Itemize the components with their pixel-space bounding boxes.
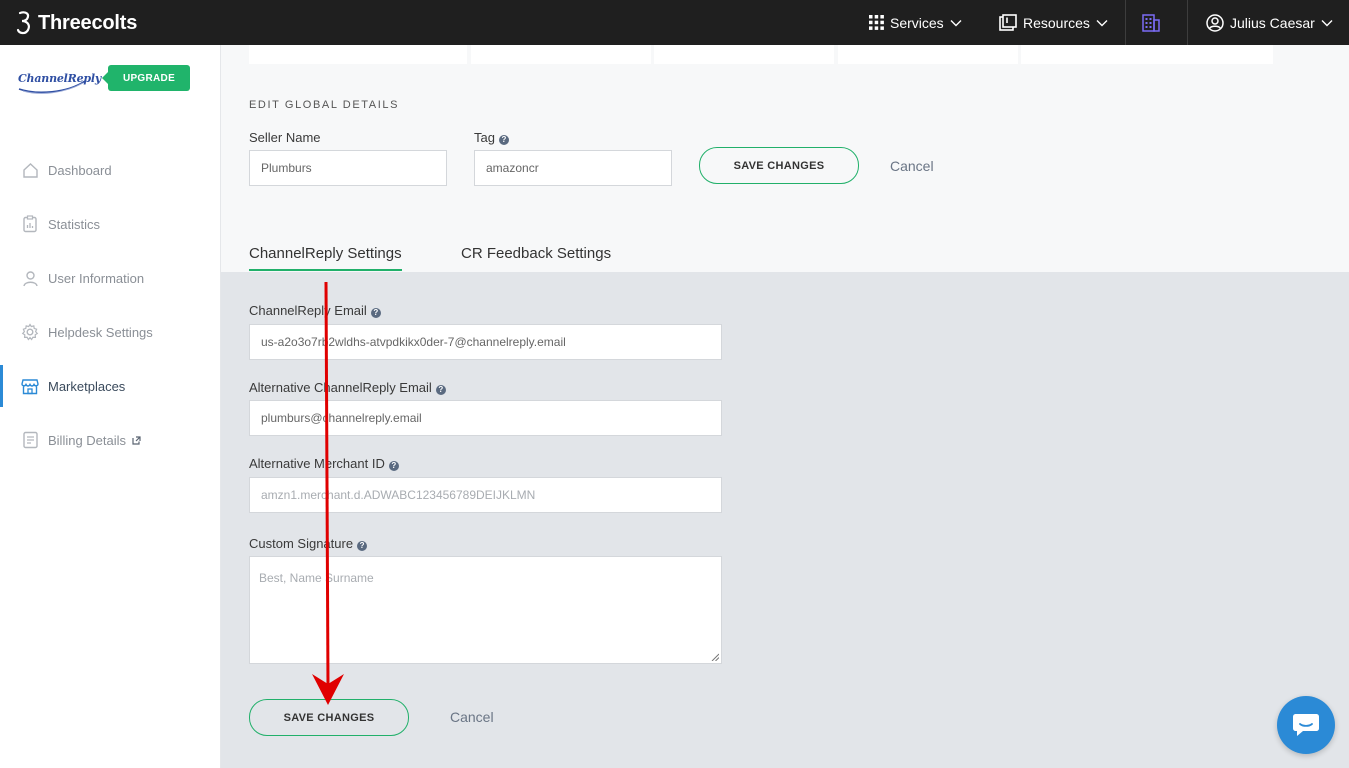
signature-label: Custom Signature <box>249 536 354 551</box>
home-icon <box>21 161 39 179</box>
sidebar-item-label: Helpdesk Settings <box>48 324 153 340</box>
summary-card <box>654 45 834 64</box>
billing-icon <box>21 431 39 449</box>
resize-grip-icon[interactable] <box>711 653 719 661</box>
sidebar-item-statistics[interactable]: Statistics <box>0 203 220 245</box>
sidebar-item-label: Dashboard <box>48 162 112 178</box>
channelreply-logo[interactable]: ChannelReply <box>18 72 101 85</box>
sidebar-item-helpdesk-settings[interactable]: Helpdesk Settings <box>0 311 220 353</box>
sidebar: ChannelReply UPGRADE Dashboard Statistic… <box>0 45 221 768</box>
merchant-id-input[interactable]: amzn1.merchant.d.ADWABC123456789DEIJKLMN <box>249 477 722 513</box>
help-icon[interactable]: ? <box>498 135 509 145</box>
services-label: Services <box>890 14 944 31</box>
threecolts-logo-icon <box>16 11 30 35</box>
tag-input[interactable]: amazoncr <box>474 150 672 186</box>
summary-card <box>471 45 651 64</box>
organization-button[interactable] <box>1142 0 1160 45</box>
threecolts-brand[interactable]: Threecolts <box>16 9 137 37</box>
tag-label-wrap: Tag? <box>474 130 509 145</box>
sidebar-item-label: User Information <box>48 270 145 286</box>
help-icon[interactable]: ? <box>370 308 381 318</box>
summary-card <box>1021 45 1273 64</box>
help-icon[interactable]: ? <box>435 385 446 395</box>
topbar-divider <box>1187 0 1188 45</box>
sidebar-item-marketplaces[interactable]: Marketplaces <box>0 365 220 407</box>
merchant-id-label-wrap: Alternative Merchant ID? <box>249 456 399 471</box>
chat-bubble-icon <box>1293 714 1319 736</box>
help-icon[interactable]: ? <box>388 461 399 471</box>
sidebar-item-dashboard[interactable]: Dashboard <box>0 149 220 191</box>
upgrade-button[interactable]: UPGRADE <box>102 65 190 91</box>
sidebar-item-label: Billing Details <box>48 432 127 448</box>
tab-cr-feedback-settings[interactable]: CR Feedback Settings <box>461 245 611 262</box>
tag-label: Tag <box>474 130 495 145</box>
user-menu[interactable]: Julius Caesar <box>1206 0 1333 45</box>
user-circle-icon <box>1206 13 1224 32</box>
summary-card <box>838 45 1018 64</box>
signature-textarea[interactable]: Best, Name Surname <box>249 556 722 664</box>
clipboard-chart-icon <box>21 215 39 233</box>
seller-name-input[interactable]: Plumburs <box>249 150 447 186</box>
save-settings-button[interactable]: SAVE CHANGES <box>249 699 409 736</box>
help-icon[interactable]: ? <box>357 541 368 551</box>
alt-email-label-wrap: Alternative ChannelReply Email? <box>249 380 446 395</box>
top-bar: Threecolts Services Resources Julius Cae… <box>0 0 1349 45</box>
sidebar-item-billing-details[interactable]: Billing Details <box>0 419 220 461</box>
building-icon <box>1142 13 1160 32</box>
summary-card <box>249 45 467 64</box>
services-menu[interactable]: Services <box>869 0 962 45</box>
section-title: EDIT GLOBAL DETAILS <box>249 99 400 111</box>
brand-name: Threecolts <box>38 11 138 34</box>
store-icon <box>21 377 39 395</box>
seller-name-label: Seller Name <box>249 130 321 145</box>
channelreply-email-label-wrap: ChannelReply Email? <box>249 303 381 318</box>
signature-placeholder: Best, Name Surname <box>259 571 374 585</box>
sidebar-item-label: Statistics <box>48 216 101 232</box>
external-link-icon <box>132 435 141 445</box>
topbar-divider <box>1125 0 1126 45</box>
channelreply-email-label: ChannelReply Email <box>249 303 367 318</box>
sidebar-item-label: Marketplaces <box>48 378 126 394</box>
tab-channelreply-settings[interactable]: ChannelReply Settings <box>249 245 402 271</box>
cancel-settings-link[interactable]: Cancel <box>450 709 494 725</box>
chevron-down-icon <box>1096 19 1108 26</box>
book-icon <box>999 14 1017 31</box>
gear-icon <box>21 323 39 341</box>
chat-launcher-button[interactable] <box>1277 696 1335 754</box>
chevron-down-icon <box>1321 19 1333 26</box>
chevron-down-icon <box>950 19 962 26</box>
save-global-button[interactable]: SAVE CHANGES <box>699 147 859 184</box>
channelreply-email-input[interactable]: us-a2o3o7rb2wldhs-atvpdkikx0der-7@channe… <box>249 324 722 360</box>
user-name: Julius Caesar <box>1230 14 1315 31</box>
sidebar-item-user-information[interactable]: User Information <box>0 257 220 299</box>
cancel-global-link[interactable]: Cancel <box>890 158 934 174</box>
signature-label-wrap: Custom Signature? <box>249 536 368 551</box>
alt-email-input[interactable]: plumburs@channelreply.email <box>249 400 722 436</box>
alt-email-label: Alternative ChannelReply Email <box>249 380 432 395</box>
grid-icon <box>869 15 884 30</box>
user-icon <box>21 269 39 287</box>
merchant-id-label: Alternative Merchant ID <box>249 456 385 471</box>
resources-menu[interactable]: Resources <box>999 0 1108 45</box>
resources-label: Resources <box>1023 14 1090 31</box>
